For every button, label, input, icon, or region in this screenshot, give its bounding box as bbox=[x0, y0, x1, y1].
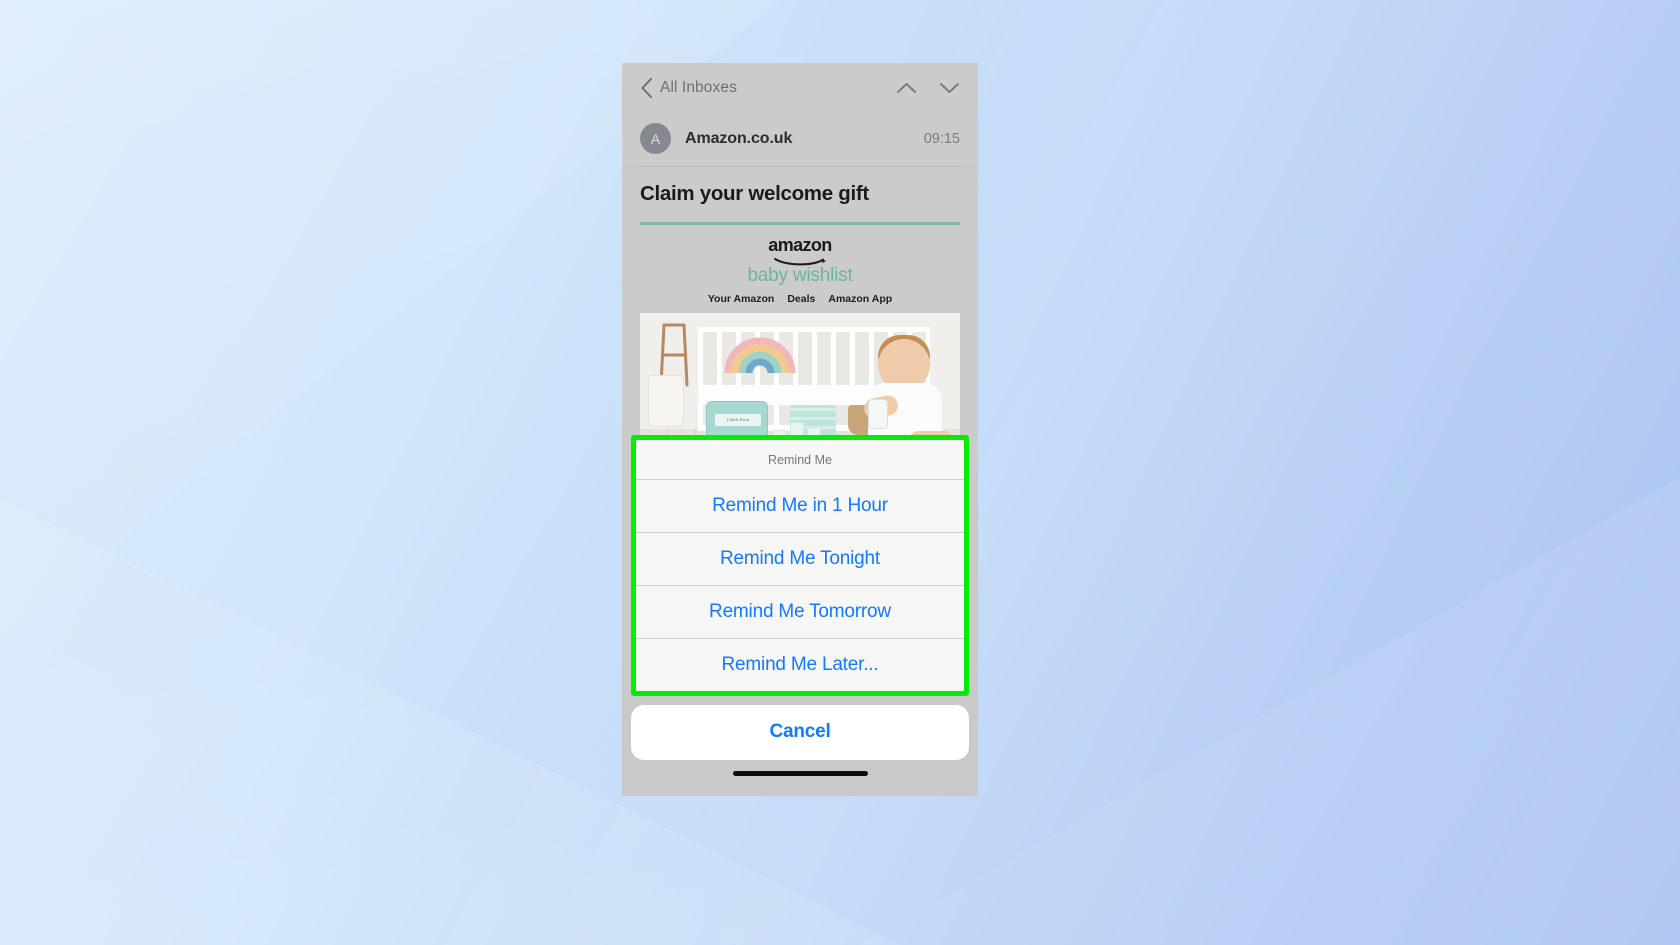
email-nav-link[interactable]: Deals bbox=[787, 293, 815, 305]
message-subject: Claim your welcome gift bbox=[622, 167, 978, 222]
email-nav-link[interactable]: Amazon App bbox=[828, 293, 892, 305]
back-button-label: All Inboxes bbox=[660, 79, 737, 96]
amazon-logo: amazon baby wishlist bbox=[640, 236, 960, 287]
remind-me-later-button[interactable]: Remind Me Later... bbox=[636, 639, 964, 691]
product-case-label: Childs Farm bbox=[715, 414, 761, 426]
back-button[interactable]: All Inboxes bbox=[640, 77, 737, 99]
highlight-box: Remind Me Remind Me in 1 Hour Remind Me … bbox=[631, 435, 969, 696]
action-sheet: Remind Me Remind Me in 1 Hour Remind Me … bbox=[636, 440, 964, 691]
chevron-down-icon[interactable] bbox=[939, 81, 960, 95]
home-indicator-zone bbox=[631, 760, 969, 786]
action-sheet-title: Remind Me bbox=[636, 440, 964, 480]
storage-basket-left bbox=[648, 375, 684, 427]
navigation-bar: All Inboxes bbox=[622, 63, 978, 113]
remind-me-in-1-hour-button[interactable]: Remind Me in 1 Hour bbox=[636, 480, 964, 533]
rainbow-toy-icon bbox=[724, 337, 796, 374]
cancel-button[interactable]: Cancel bbox=[631, 705, 969, 760]
message-timestamp: 09:15 bbox=[923, 130, 960, 147]
phone-screen: All Inboxes A Amazon.co.uk 09:15 Claim y… bbox=[622, 63, 978, 796]
background-facet-bottom-right bbox=[860, 477, 1680, 945]
avatar-initial: A bbox=[650, 130, 661, 147]
brand-rule bbox=[640, 222, 960, 225]
remind-me-tomorrow-button[interactable]: Remind Me Tomorrow bbox=[636, 586, 964, 639]
email-nav-link[interactable]: Your Amazon bbox=[708, 293, 775, 305]
email-nav-links: Your Amazon Deals Amazon App bbox=[640, 293, 960, 305]
amazon-wordmark: amazon bbox=[768, 235, 832, 255]
chevron-up-icon[interactable] bbox=[896, 81, 917, 95]
sender-name: Amazon.co.uk bbox=[685, 129, 793, 147]
home-indicator-bar[interactable] bbox=[732, 770, 868, 776]
chevron-left-icon bbox=[641, 78, 652, 98]
navbar-actions bbox=[896, 81, 960, 95]
message-header-row[interactable]: A Amazon.co.uk 09:15 bbox=[622, 113, 978, 166]
remind-me-tonight-button[interactable]: Remind Me Tonight bbox=[636, 533, 964, 586]
action-sheet-zone: Remind Me Remind Me in 1 Hour Remind Me … bbox=[622, 435, 978, 796]
brand-tagline: baby wishlist bbox=[747, 265, 853, 286]
avatar: A bbox=[640, 123, 671, 154]
held-bottle bbox=[868, 399, 888, 429]
